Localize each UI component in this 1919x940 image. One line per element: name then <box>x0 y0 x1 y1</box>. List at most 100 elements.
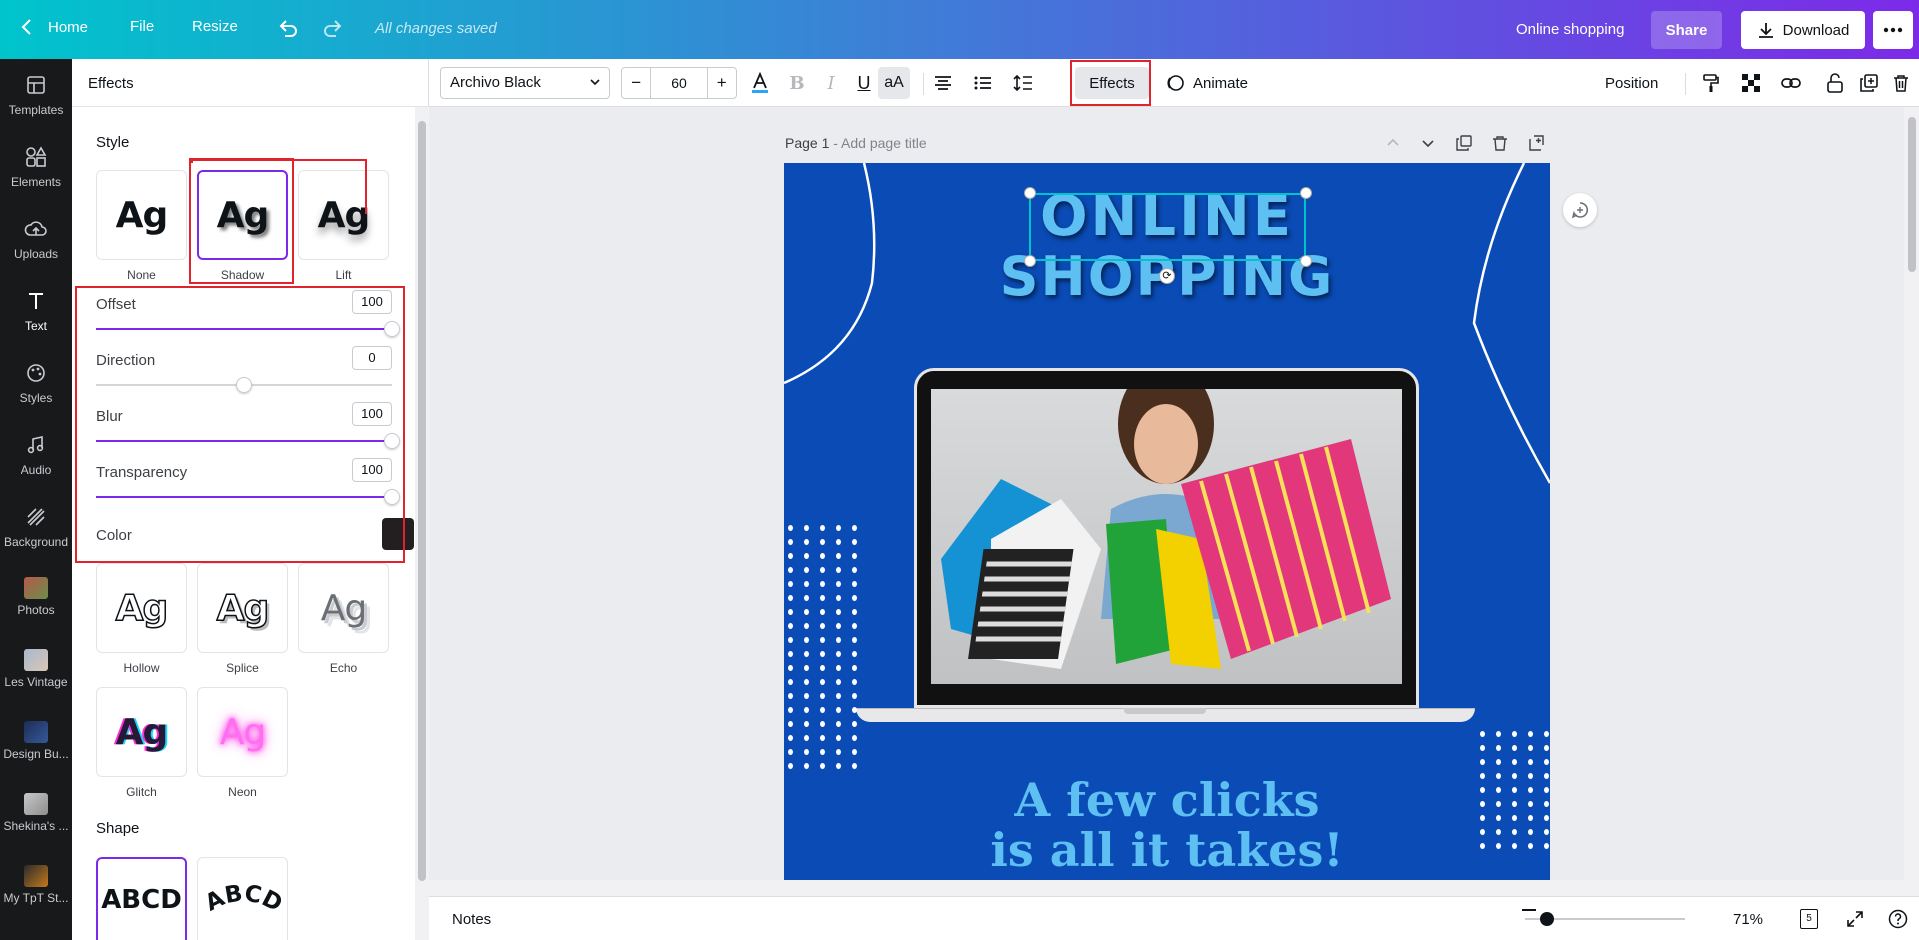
style-preview: Ag <box>115 194 169 236</box>
canvas-horizontal-scrollbar[interactable] <box>429 880 1904 896</box>
download-button[interactable]: Download <box>1741 11 1865 49</box>
slider-handle[interactable] <box>384 433 400 449</box>
blur-value-input[interactable]: 100 <box>352 402 392 426</box>
sidebar-item-my-tpt[interactable]: My TpT St... <box>0 851 72 921</box>
style-neon-card[interactable]: Ag <box>197 687 288 777</box>
animate-button[interactable]: Animate <box>1165 67 1248 99</box>
canvas-scroll-thumb[interactable] <box>1908 117 1916 272</box>
zoom-slider-handle[interactable] <box>1540 912 1554 926</box>
slider-handle[interactable] <box>236 377 252 393</box>
resize-handle[interactable] <box>1024 187 1036 199</box>
resize-handle[interactable] <box>1024 255 1036 267</box>
lock-button[interactable] <box>1821 67 1849 99</box>
position-button[interactable]: Position <box>1605 67 1658 99</box>
transparency-button[interactable] <box>1737 67 1765 99</box>
direction-label: Direction <box>96 352 156 369</box>
font-size-input[interactable]: 60 <box>650 68 708 98</box>
rotate-handle[interactable]: ⟳ <box>1159 268 1175 284</box>
comment-icon <box>1571 202 1589 219</box>
letter-case-button[interactable]: aA <box>878 67 910 99</box>
design-page[interactable]: ONLINE SHOPPING ⟳ <box>784 163 1550 896</box>
decrease-size-button[interactable]: − <box>622 68 650 98</box>
canvas-vertical-scrollbar[interactable] <box>1904 107 1919 896</box>
delete-page-icon[interactable] <box>1492 135 1508 151</box>
audio-icon <box>22 431 50 459</box>
chevron-up-icon[interactable] <box>1385 135 1401 151</box>
resize-button[interactable]: Resize <box>192 18 238 35</box>
duplicate-page-icon[interactable] <box>1456 135 1472 151</box>
direction-value-input[interactable]: 0 <box>352 346 392 370</box>
style-shadow-card[interactable]: Ag <box>197 170 288 260</box>
copy-style-button[interactable] <box>1697 67 1725 99</box>
duplicate-button[interactable] <box>1855 67 1883 99</box>
delete-button[interactable] <box>1887 67 1915 99</box>
sidebar-item-elements[interactable]: Elements <box>0 131 72 201</box>
laptop-image[interactable] <box>914 364 1419 708</box>
slider-handle[interactable] <box>384 321 400 337</box>
underline-button[interactable]: U <box>850 67 878 99</box>
offset-label: Offset <box>96 296 136 313</box>
tagline-line-2[interactable]: is all it takes! <box>784 825 1550 875</box>
bold-button[interactable]: B <box>783 67 811 99</box>
style-glitch-card[interactable]: Ag <box>96 687 187 777</box>
font-family-select[interactable]: Archivo Black <box>440 67 610 99</box>
offset-value-input[interactable]: 100 <box>352 290 392 314</box>
blur-slider[interactable] <box>96 433 400 449</box>
add-page-icon[interactable] <box>1528 135 1544 151</box>
style-hollow-card[interactable]: Ag <box>96 563 187 653</box>
sidebar-item-photos[interactable]: Photos <box>0 563 72 633</box>
effects-button[interactable]: Effects <box>1075 67 1149 99</box>
more-options-button[interactable] <box>1873 11 1913 49</box>
share-button[interactable]: Share <box>1651 11 1722 49</box>
sidebar-item-templates[interactable]: Templates <box>0 59 72 129</box>
tagline-line-1[interactable]: A few clicks <box>784 775 1550 825</box>
sidebar-item-les-vintage[interactable]: Les Vintage <box>0 635 72 705</box>
style-none-card[interactable]: Ag <box>96 170 187 260</box>
link-button[interactable] <box>1777 67 1805 99</box>
resize-handle[interactable] <box>1300 255 1312 267</box>
transparency-value-input[interactable]: 100 <box>352 458 392 482</box>
file-menu[interactable]: File <box>130 18 154 35</box>
style-lift-card[interactable]: Ag <box>298 170 389 260</box>
sidebar-item-audio[interactable]: Audio <box>0 419 72 489</box>
resize-handle[interactable] <box>1300 187 1312 199</box>
fullscreen-icon[interactable] <box>1846 910 1864 928</box>
increase-size-button[interactable]: + <box>708 68 736 98</box>
redo-icon[interactable] <box>320 16 346 42</box>
direction-slider[interactable] <box>96 377 392 393</box>
sidebar-item-text[interactable]: Text <box>0 275 72 345</box>
page-title-input[interactable]: - Add page title <box>829 135 926 151</box>
transparency-slider[interactable] <box>96 489 400 505</box>
chevron-down-icon[interactable] <box>1420 135 1436 151</box>
spacing-button[interactable] <box>1009 67 1037 99</box>
slider-handle[interactable] <box>384 489 400 505</box>
zoom-minus-icon[interactable] <box>1522 909 1536 911</box>
panel-scroll-thumb[interactable] <box>418 121 426 881</box>
italic-button[interactable]: I <box>817 67 845 99</box>
document-title[interactable]: Online shopping <box>1516 21 1624 38</box>
shadow-color-swatch[interactable] <box>382 518 414 550</box>
text-color-button[interactable] <box>746 67 774 99</box>
sidebar-item-design-bu[interactable]: Design Bu... <box>0 707 72 777</box>
undo-icon[interactable] <box>275 16 301 42</box>
page-count-button[interactable]: 5 <box>1800 909 1818 929</box>
offset-slider[interactable] <box>96 321 400 337</box>
sidebar-item-shekinas[interactable]: Shekina's ... <box>0 779 72 849</box>
align-button[interactable] <box>929 67 957 99</box>
zoom-level[interactable]: 71% <box>1733 911 1763 928</box>
add-comment-button[interactable] <box>1563 193 1597 227</box>
list-button[interactable] <box>969 67 997 99</box>
help-icon[interactable] <box>1888 909 1908 929</box>
home-button[interactable]: Home <box>20 18 88 36</box>
shape-none-card[interactable]: ABCD <box>96 857 187 940</box>
sidebar-item-styles[interactable]: Styles <box>0 347 72 417</box>
sidebar-item-background[interactable]: Background <box>0 491 72 561</box>
style-splice-card[interactable]: Ag <box>197 563 288 653</box>
shape-curve-text: ABCD <box>201 881 285 918</box>
page-label[interactable]: Page 1 - Add page title <box>785 135 927 151</box>
panel-scrollbar[interactable] <box>415 107 429 940</box>
sidebar-item-uploads[interactable]: Uploads <box>0 203 72 273</box>
shape-curve-card[interactable]: ABCD <box>197 857 288 940</box>
notes-button[interactable]: Notes <box>452 911 491 928</box>
style-echo-card[interactable]: Ag <box>298 563 389 653</box>
